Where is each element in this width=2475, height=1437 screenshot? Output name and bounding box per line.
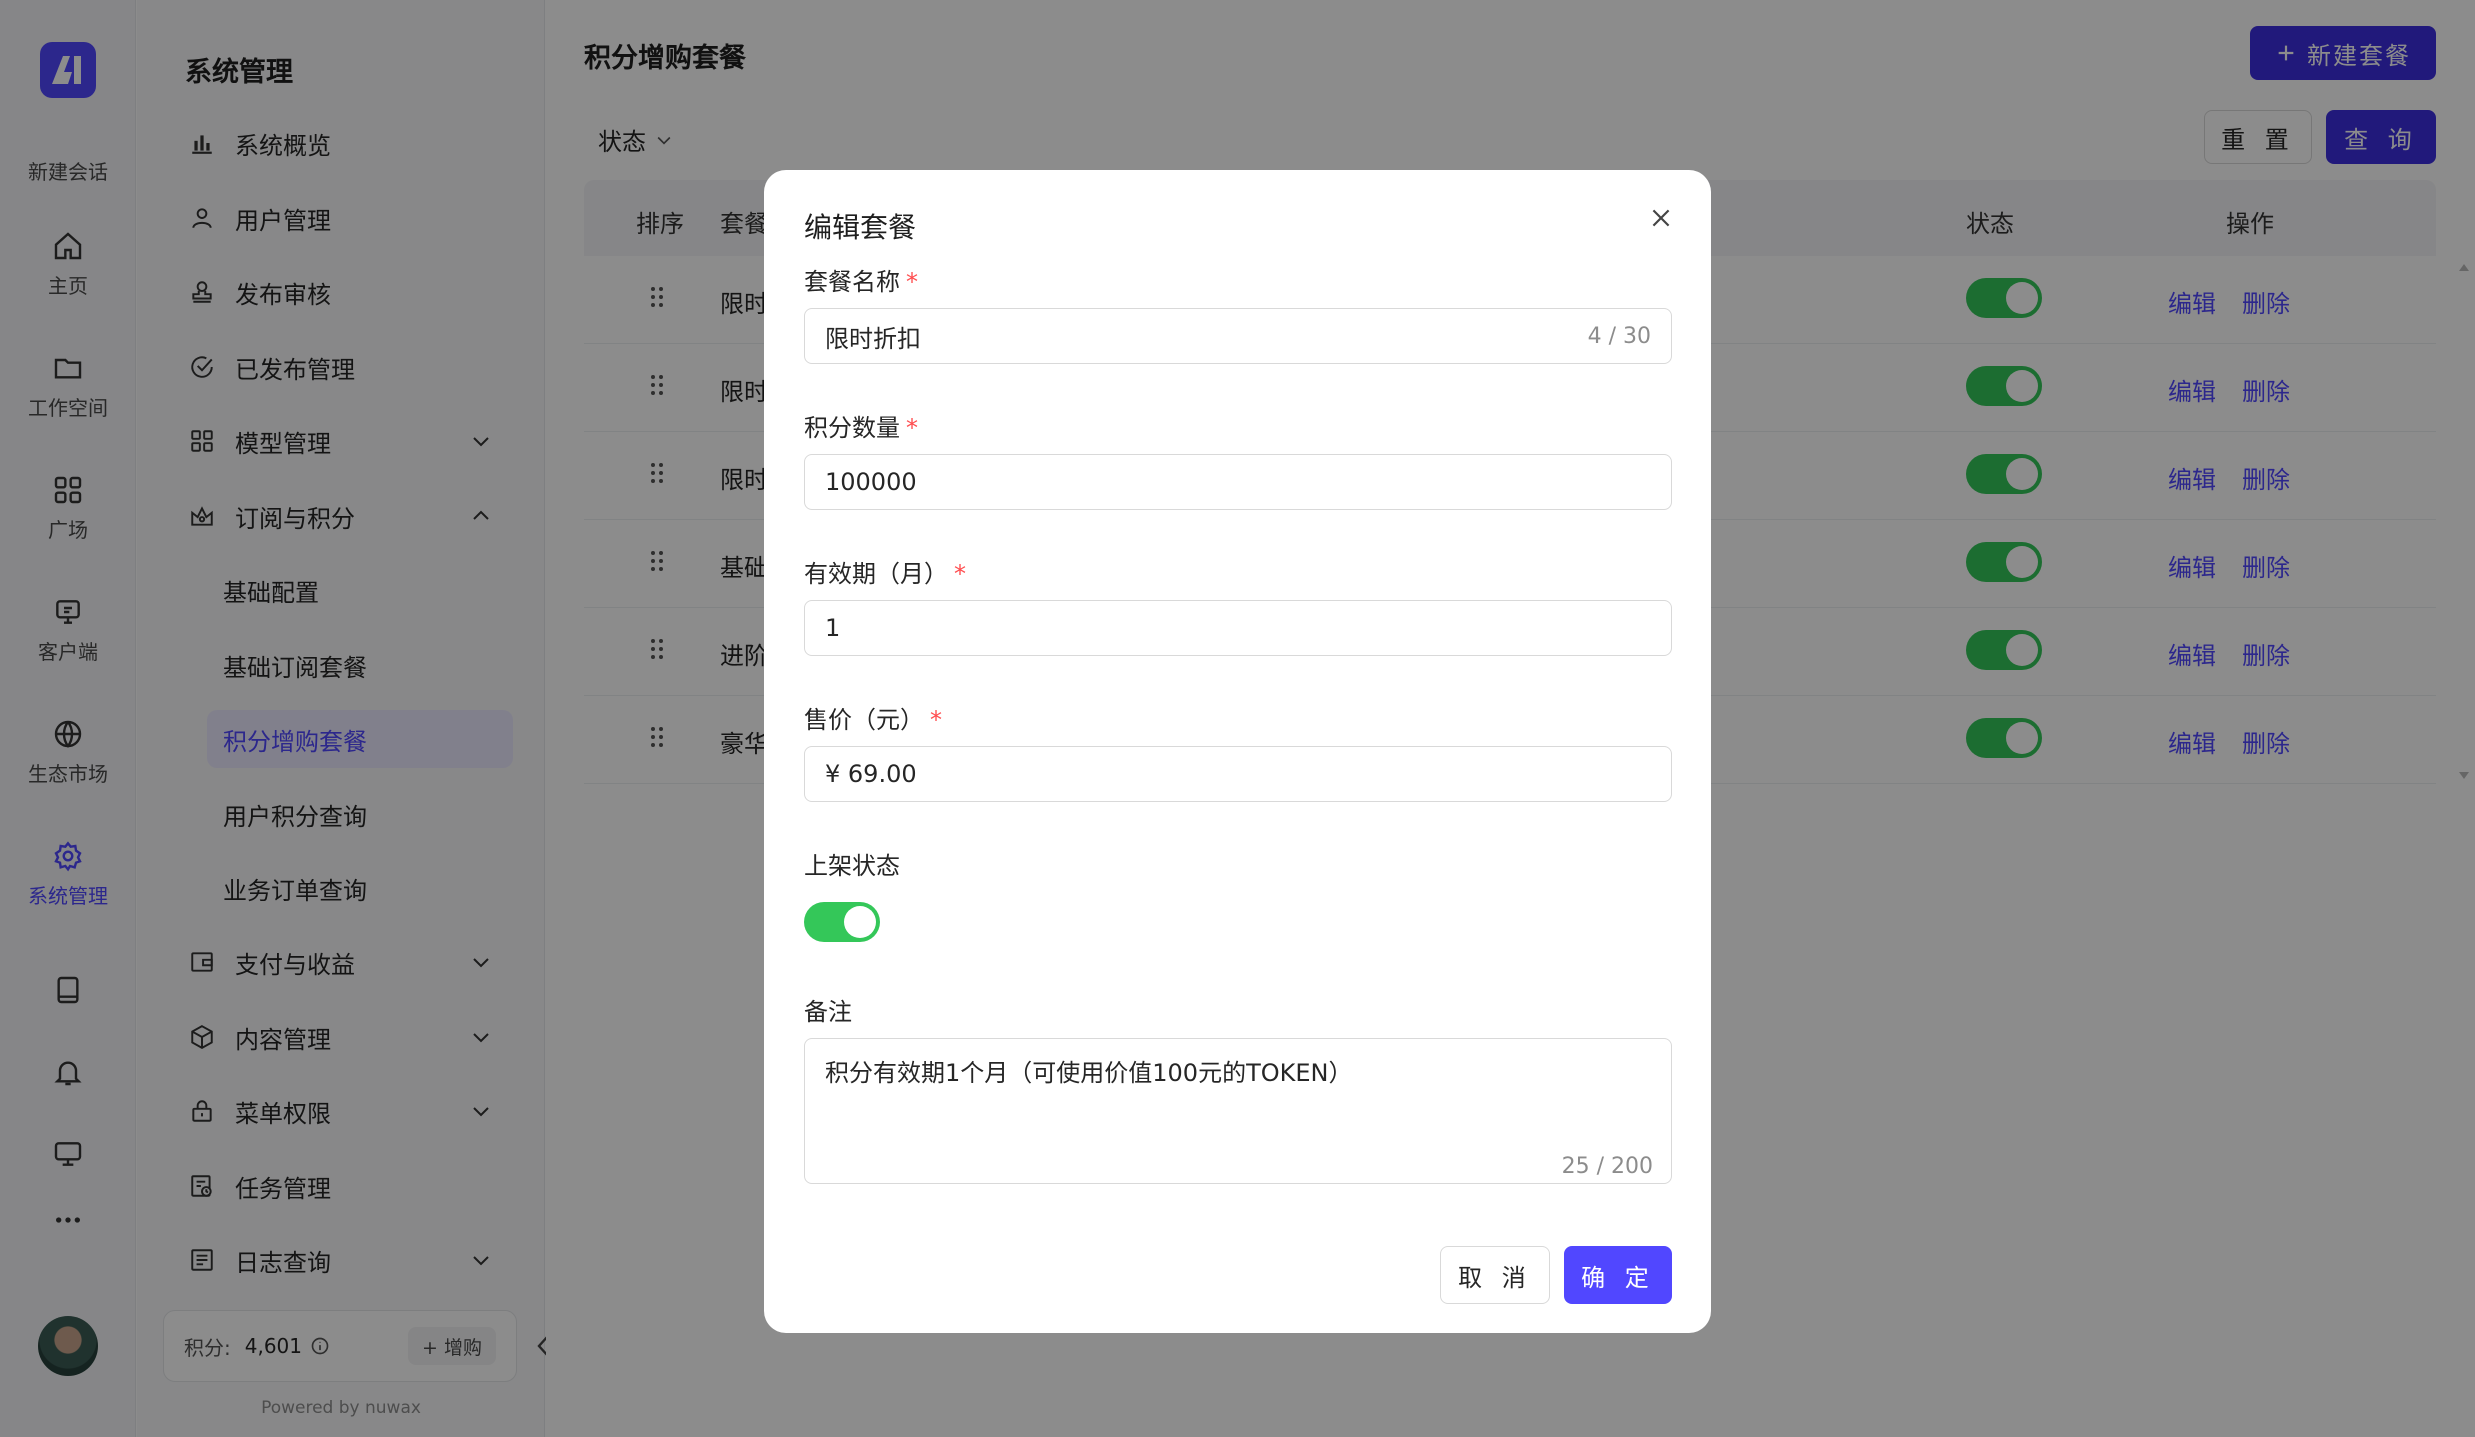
validity-value: 1 [825, 614, 841, 642]
required-mark: * [906, 268, 918, 296]
points-amount-value: 100000 [825, 468, 917, 496]
price-input[interactable]: ¥ 69.00 [804, 746, 1672, 802]
validity-label-text: 有效期（月） [804, 560, 948, 588]
points-amount-label: 积分数量 * [804, 408, 918, 443]
dialog-title: 编辑套餐 [804, 211, 917, 244]
price-value: ¥ 69.00 [825, 760, 917, 788]
price-label: 售价（元） * [804, 700, 942, 735]
required-mark: * [930, 706, 942, 734]
price-label-text: 售价（元） [804, 706, 924, 734]
points-amount-input[interactable]: 100000 [804, 454, 1672, 510]
plan-name-input[interactable]: 限时折扣 4 / 30 [804, 308, 1672, 364]
plan-name-label-text: 套餐名称 [804, 268, 900, 296]
edit-plan-dialog: 编辑套餐 套餐名称 * 限时折扣 4 / 30 积分数量 * 100000 有效期（… [764, 170, 1711, 1333]
plan-name-label: 套餐名称 * [804, 262, 918, 297]
required-mark: * [954, 560, 966, 588]
cancel-button[interactable]: 取 消 [1440, 1246, 1550, 1304]
plan-name-value: 限时折扣 [825, 324, 921, 353]
remark-value: 积分有效期1个月（可使用价值100元的TOKEN） [825, 1059, 1353, 1087]
listing-status-label: 上架状态 [804, 852, 900, 880]
close-icon[interactable] [1645, 202, 1677, 234]
remark-count: 25 / 200 [1561, 1154, 1653, 1179]
points-amount-label-text: 积分数量 [804, 414, 900, 442]
required-mark: * [906, 414, 918, 442]
validity-label: 有效期（月） * [804, 554, 966, 589]
confirm-button[interactable]: 确 定 [1564, 1246, 1672, 1304]
remark-textarea[interactable]: 积分有效期1个月（可使用价值100元的TOKEN） 25 / 200 [804, 1038, 1672, 1184]
validity-input[interactable]: 1 [804, 600, 1672, 656]
remark-label: 备注 [804, 998, 852, 1026]
listing-status-toggle[interactable] [804, 902, 880, 942]
plan-name-count: 4 / 30 [1587, 323, 1651, 349]
